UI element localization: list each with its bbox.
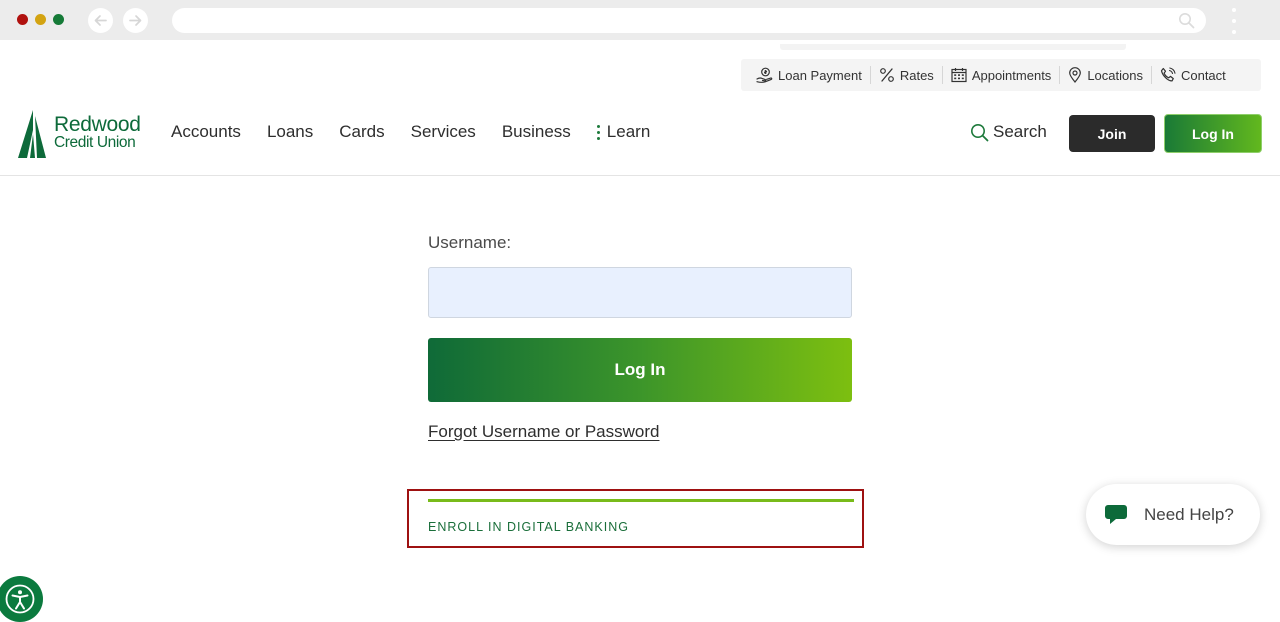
forgot-credentials-link[interactable]: Forgot Username or Password bbox=[428, 422, 659, 442]
utility-label: Contact bbox=[1180, 67, 1226, 83]
search-label: Search bbox=[993, 122, 1047, 141]
tree-logo-icon bbox=[18, 110, 46, 158]
nav-learn[interactable]: Learn bbox=[596, 122, 651, 142]
nav-learn-label: Learn bbox=[606, 122, 651, 141]
username-label: Username: bbox=[428, 233, 512, 252]
back-button[interactable] bbox=[88, 8, 113, 33]
enroll-digital-banking-link[interactable]: ENROLL IN DIGITAL BANKING bbox=[428, 520, 629, 534]
phone-icon bbox=[1160, 67, 1176, 82]
nav-loans[interactable]: Loans bbox=[267, 122, 313, 142]
utility-label: Rates bbox=[899, 67, 934, 83]
calendar-icon bbox=[951, 68, 967, 83]
brand-logo[interactable]: Redwood Credit Union bbox=[18, 110, 148, 158]
header-login-button[interactable]: Log In bbox=[1164, 114, 1262, 153]
utility-nav: Loan Payment Rates Appointments Location… bbox=[741, 59, 1261, 91]
search-icon bbox=[971, 123, 989, 141]
main-nav: Accounts Loans Cards Services Business L… bbox=[171, 122, 650, 142]
maximize-window-button[interactable] bbox=[53, 14, 64, 25]
browser-menu-button[interactable] bbox=[1228, 8, 1240, 34]
search-icon bbox=[1179, 13, 1195, 29]
vertical-dots-icon bbox=[596, 125, 600, 140]
address-bar[interactable] bbox=[172, 8, 1206, 33]
accessibility-icon bbox=[5, 584, 35, 614]
utility-item-loan-payment[interactable]: Loan Payment bbox=[756, 66, 870, 84]
utility-item-rates[interactable]: Rates bbox=[869, 66, 942, 84]
percent-icon bbox=[879, 68, 894, 82]
need-help-label: Need Help? bbox=[1144, 504, 1234, 524]
enroll-divider bbox=[428, 499, 854, 502]
utility-label: Appointments bbox=[971, 67, 1052, 83]
minimize-window-button[interactable] bbox=[35, 14, 46, 25]
arrow-left-icon bbox=[94, 15, 107, 26]
utility-item-appointments[interactable]: Appointments bbox=[941, 66, 1060, 84]
brand-line1: Redwood bbox=[54, 113, 141, 136]
search-button[interactable]: Search bbox=[970, 122, 1047, 142]
close-window-button[interactable] bbox=[17, 14, 28, 25]
nav-services[interactable]: Services bbox=[411, 122, 476, 142]
need-help-widget[interactable]: Need Help? bbox=[1086, 484, 1260, 545]
join-button[interactable]: Join bbox=[1069, 115, 1155, 152]
chat-bubble-icon bbox=[1105, 504, 1127, 524]
utility-label: Locations bbox=[1087, 67, 1143, 83]
brand-name: Redwood Credit Union bbox=[54, 114, 141, 151]
utility-item-contact[interactable]: Contact bbox=[1150, 66, 1234, 84]
dropdown-peek bbox=[780, 44, 1126, 50]
nav-accounts[interactable]: Accounts bbox=[171, 122, 241, 142]
login-submit-button[interactable]: Log In bbox=[428, 338, 852, 402]
accessibility-button[interactable] bbox=[0, 576, 43, 622]
map-pin-icon bbox=[1069, 67, 1082, 83]
brand-line2: Credit Union bbox=[54, 134, 136, 151]
forward-button[interactable] bbox=[123, 8, 148, 33]
arrow-right-icon bbox=[129, 15, 142, 26]
enroll-highlight-box: ENROLL IN DIGITAL BANKING bbox=[407, 489, 864, 548]
site-header: Redwood Credit Union Accounts Loans Card… bbox=[0, 100, 1280, 176]
browser-chrome bbox=[0, 0, 1280, 40]
utility-label: Loan Payment bbox=[778, 67, 862, 83]
username-input[interactable] bbox=[428, 267, 852, 318]
hand-dollar-icon bbox=[756, 67, 773, 83]
utility-item-locations[interactable]: Locations bbox=[1059, 66, 1151, 84]
nav-cards[interactable]: Cards bbox=[339, 122, 384, 142]
nav-business[interactable]: Business bbox=[502, 122, 571, 142]
